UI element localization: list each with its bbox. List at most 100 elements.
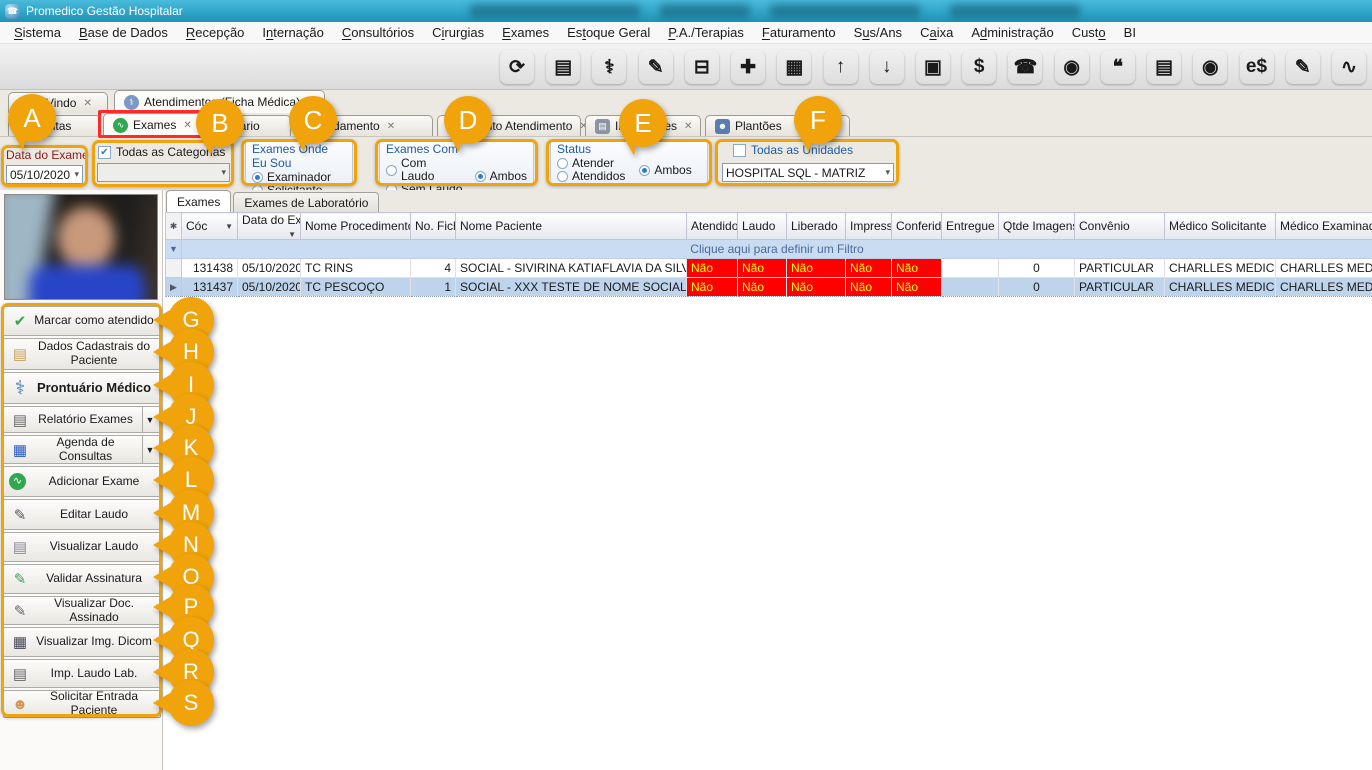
editar-laudo-button[interactable]: ✎ Editar Laudo <box>3 499 161 530</box>
cell-liberado[interactable]: Não <box>787 278 846 297</box>
cell-paciente[interactable]: SOCIAL - SIVIRINA KATIAFLAVIA DA SILVA <box>456 259 687 278</box>
exam-row-131437-selected[interactable]: ▶ 131437 05/10/2020 TC PESCOÇO 1 SOCIAL … <box>166 278 1372 297</box>
unit-combo[interactable]: HOSPITAL SQL - MATRIZ ▾ <box>722 163 894 182</box>
col-qtde-imagens[interactable]: Qtde Imagens <box>999 213 1075 240</box>
menu-custo[interactable]: Custo <box>1063 25 1115 40</box>
tab-bem-vindo[interactable]: Bem Vindo ✕ <box>8 92 108 113</box>
visualizar-doc-assinado-button[interactable]: ✎ Visualizar Doc. Assinado <box>3 596 161 625</box>
radio-atendidos[interactable]: Atendidos <box>557 170 625 183</box>
prontuario-medico-button[interactable]: ⚕ Prontuário Médico <box>3 372 161 404</box>
col-conferido[interactable]: Conferido <box>892 213 942 240</box>
menu-pa-terapias[interactable]: P.A./Terapias <box>659 25 753 40</box>
tab-pronto-atendimento[interactable]: ✚ Pronto Atendimento ✕ <box>437 115 581 136</box>
cell-cod[interactable]: 131437 <box>182 278 238 297</box>
col-ficha[interactable]: No. Ficha <box>411 213 456 240</box>
col-impresso[interactable]: Impresso <box>846 213 892 240</box>
col-paciente[interactable]: Nome Paciente <box>456 213 687 240</box>
col-medico-examinador[interactable]: Médico Examinador <box>1276 213 1372 240</box>
menu-exames[interactable]: Exames <box>493 25 558 40</box>
cell-laudo[interactable]: Não <box>738 278 787 297</box>
patient-folder-icon[interactable]: ▤ <box>546 50 580 84</box>
col-cod[interactable]: Cóc▼ <box>182 213 238 240</box>
radio-ambos-status[interactable]: Ambos <box>639 157 691 183</box>
menu-internacao[interactable]: Internação <box>253 25 332 40</box>
menu-administracao[interactable]: Administração <box>962 25 1062 40</box>
cell-conferido[interactable]: Não <box>892 278 942 297</box>
cell-solicitante[interactable]: CHARLLES MEDICO <box>1165 259 1276 278</box>
filter-row-hint[interactable]: Clique aqui para definir um Filtro <box>182 240 1372 259</box>
adicionar-exame-button[interactable]: ∿ Adicionar Exame <box>3 466 161 497</box>
menu-estoque-geral[interactable]: Estoque Geral <box>558 25 659 40</box>
cell-data[interactable]: 05/10/2020 <box>238 278 301 297</box>
hospital-bed-icon[interactable]: ⊟ <box>685 50 719 84</box>
cell-data[interactable]: 05/10/2020 <box>238 259 301 278</box>
tab-fichario[interactable]: Fichário <box>207 115 291 136</box>
tab-plantoes[interactable]: ☻ Plantões <box>705 115 850 136</box>
cell-conferido[interactable]: Não <box>892 259 942 278</box>
menu-sistema[interactable]: Sistema <box>5 25 70 40</box>
grid-filter-row[interactable]: ▼ Clique aqui para definir um Filtro <box>166 240 1372 259</box>
close-icon[interactable]: ✕ <box>307 97 315 108</box>
cell-paciente[interactable]: SOCIAL - XXX TESTE DE NOME SOCIAL XXX <box>456 278 687 297</box>
col-laudo[interactable]: Laudo <box>738 213 787 240</box>
cell-solicitante[interactable]: CHARLLES MEDICO <box>1165 278 1276 297</box>
grid-tab-exames[interactable]: Exames <box>166 190 231 212</box>
exam-date-combo[interactable]: 05/10/2020 ▾ <box>6 165 83 184</box>
visualizar-img-dicom-button[interactable]: ▦ Visualizar Img. Dicom <box>3 627 161 657</box>
health-record-icon[interactable]: ∿ <box>1332 50 1366 84</box>
sort-arrow-icon[interactable]: ▼ <box>288 230 296 239</box>
money-up-icon[interactable]: ↑ <box>824 50 858 84</box>
radio-com-laudo[interactable]: Com Laudo <box>386 157 463 183</box>
col-atendido[interactable]: Atendido <box>687 213 738 240</box>
menu-sus-ans[interactable]: Sus/Ans <box>845 25 911 40</box>
validar-assinatura-button[interactable]: ✎ Validar Assinatura <box>3 564 161 594</box>
manual-book-icon[interactable]: ◉ <box>1055 50 1089 84</box>
chat-icon[interactable]: ❝ <box>1101 50 1135 84</box>
doctor-icon[interactable]: ⚕ <box>592 50 626 84</box>
ambulance-icon[interactable]: ✚ <box>731 50 765 84</box>
cell-liberado[interactable]: Não <box>787 259 846 278</box>
agenda-de-consultas-button[interactable]: ▦ Agenda de Consultas ▼ <box>3 435 161 464</box>
invoice-icon[interactable]: ▤ <box>1147 50 1181 84</box>
cell-impresso[interactable]: Não <box>846 259 892 278</box>
pharmacy-stock-icon[interactable]: ▦ <box>777 50 811 84</box>
col-entregue[interactable]: Entregue <box>942 213 999 240</box>
exam-row-131438[interactable]: 131438 05/10/2020 TC RINS 4 SOCIAL - SIV… <box>166 259 1372 278</box>
cell-atendido[interactable]: Não <box>687 259 738 278</box>
visualizar-laudo-button[interactable]: ▤ Visualizar Laudo <box>3 532 161 562</box>
col-medico-solicitante[interactable]: Médico Solicitante <box>1165 213 1276 240</box>
tab-impressoes[interactable]: ▤ Impressões ✕ <box>585 115 701 136</box>
tab-atendimentos-ficha-medica[interactable]: ⚕ Atendimentos (Ficha Médica) ✕ <box>114 90 325 113</box>
cell-procedimento[interactable]: TC RINS <box>301 259 411 278</box>
col-data-exame[interactable]: Data do Ex▼ <box>238 213 301 240</box>
cell-ficha[interactable]: 4 <box>411 259 456 278</box>
phonebook-icon[interactable]: ☎ <box>1008 50 1042 84</box>
cell-laudo[interactable]: Não <box>738 259 787 278</box>
imp-laudo-lab-button[interactable]: ▤ Imp. Laudo Lab. <box>3 659 161 688</box>
menu-bi[interactable]: BI <box>1115 25 1145 40</box>
cell-impresso[interactable]: Não <box>846 278 892 297</box>
cell-ficha[interactable]: 1 <box>411 278 456 297</box>
cell-qtde[interactable]: 0 <box>999 278 1075 297</box>
dados-cadastrais-button[interactable]: ▤ Dados Cadastrais do Paciente <box>3 338 161 370</box>
cell-procedimento[interactable]: TC PESCOÇO <box>301 278 411 297</box>
close-icon[interactable]: ✕ <box>387 121 395 132</box>
marcar-como-atendido-button[interactable]: ✔ Marcar como atendido <box>3 306 161 336</box>
money-down-icon[interactable]: ↓ <box>870 50 904 84</box>
cell-entregue[interactable] <box>942 259 999 278</box>
close-icon[interactable]: ✕ <box>183 120 191 131</box>
menu-cirurgias[interactable]: Cirurgias <box>423 25 493 40</box>
sync-patients-icon[interactable]: ⟳ <box>500 50 534 84</box>
close-icon[interactable]: ✕ <box>83 98 91 109</box>
menu-caixa[interactable]: Caixa <box>911 25 962 40</box>
sort-arrow-icon[interactable]: ▼ <box>225 222 233 231</box>
relatorio-exames-button[interactable]: ▤ Relatório Exames ▼ <box>3 406 161 433</box>
cell-qtde[interactable]: 0 <box>999 259 1075 278</box>
col-convenio[interactable]: Convênio <box>1075 213 1165 240</box>
tab-consultas[interactable]: Consultas <box>8 115 101 136</box>
col-procedimento[interactable]: Nome Procedimento <box>301 213 411 240</box>
col-liberado[interactable]: Liberado <box>787 213 846 240</box>
cell-atendido[interactable]: Não <box>687 278 738 297</box>
safe-icon[interactable]: ▣ <box>916 50 950 84</box>
cell-examinador[interactable]: CHARLLES MEDICO <box>1276 259 1372 278</box>
